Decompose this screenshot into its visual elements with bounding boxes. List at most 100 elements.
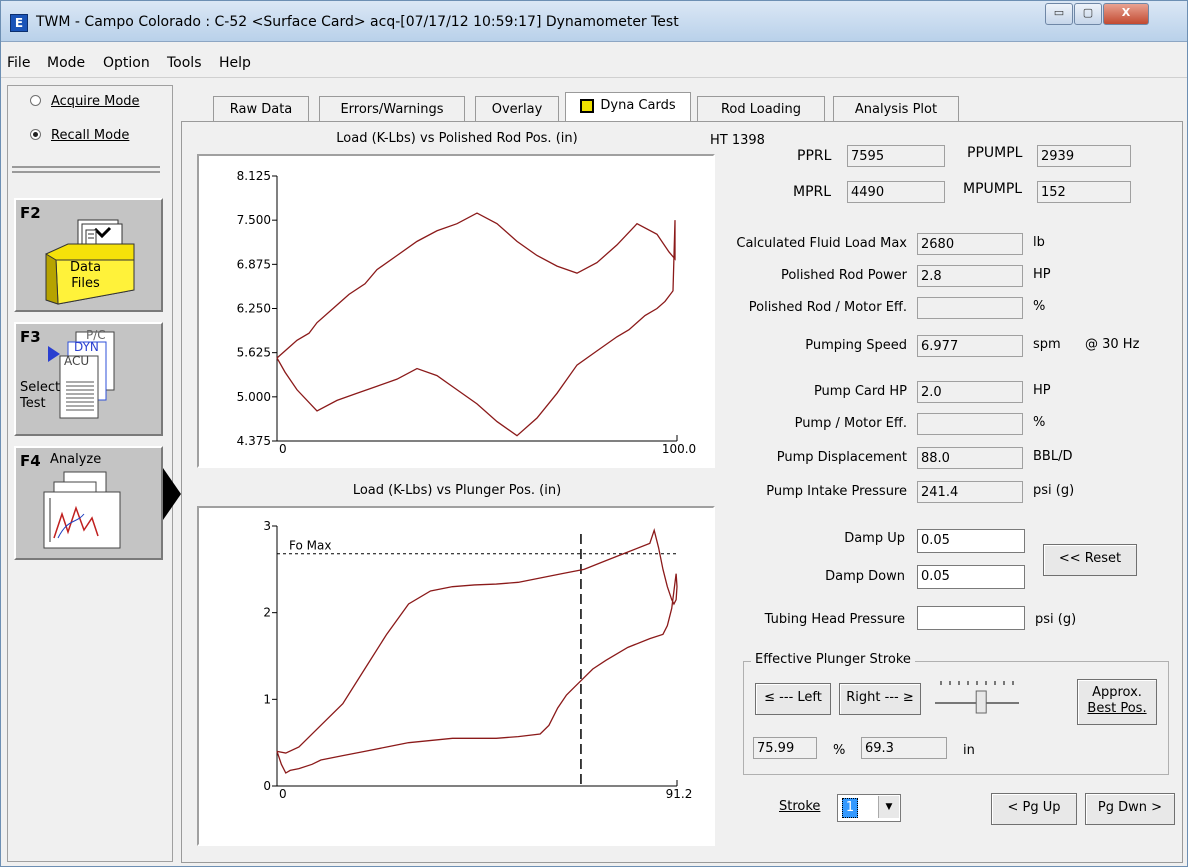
- readout-label: Pump Card HP: [813, 384, 907, 399]
- page-up-button[interactable]: < Pg Up: [991, 793, 1077, 825]
- readout-value: 88.0: [917, 447, 1023, 469]
- x-tick-label: 0: [279, 442, 287, 456]
- readout-unit: HP: [1033, 267, 1051, 282]
- y-tick-label: 6.875: [237, 257, 271, 271]
- expand-arrow-icon[interactable]: [163, 468, 181, 520]
- y-tick-label: 4.375: [237, 434, 271, 448]
- x-tick-label: 91.2: [666, 787, 693, 801]
- readout-value: 2680: [917, 233, 1023, 255]
- chart2-title: Load (K-Lbs) vs Plunger Pos. (in): [352, 483, 562, 498]
- menu-tools[interactable]: Tools: [167, 55, 202, 71]
- chart2-frame: 3 2 1 0 0 91.2 Fo Max: [197, 506, 715, 846]
- mode-sidebar: Acquire Mode Recall Mode F2 Data Files F…: [7, 85, 181, 862]
- mprl-label: MPRL: [793, 184, 832, 200]
- tab-raw-data[interactable]: Raw Data: [213, 96, 309, 123]
- stroke-inch-unit: in: [963, 743, 975, 758]
- menu-file[interactable]: File: [7, 55, 30, 71]
- f3-select-test-button[interactable]: F3 P/C DYN ACU Select Test: [14, 322, 163, 436]
- damp-down-label: Damp Down: [825, 569, 905, 584]
- readout-value: [917, 413, 1023, 435]
- approx-best-pos-button[interactable]: Approx. Best Pos.: [1077, 679, 1157, 725]
- menu-help[interactable]: Help: [219, 55, 251, 71]
- close-button[interactable]: X: [1103, 3, 1149, 25]
- readout-label: Calculated Fluid Load Max: [736, 236, 907, 251]
- y-tick-label: 3: [263, 519, 271, 533]
- application-window: E TWM - Campo Colorado : C-52 <Surface C…: [0, 0, 1188, 867]
- analyze-icon: [43, 471, 121, 549]
- x-tick-label: 0: [279, 787, 287, 801]
- radio-selected-icon: [30, 129, 41, 140]
- minimize-button[interactable]: ▭: [1045, 3, 1073, 25]
- stroke-select[interactable]: 1 ▼: [837, 794, 901, 822]
- acquire-mode-radio[interactable]: Acquire Mode: [30, 94, 140, 109]
- maximize-button[interactable]: ▢: [1074, 3, 1102, 25]
- damp-down-input[interactable]: 0.05: [917, 565, 1025, 589]
- stroke-right-button[interactable]: Right --- ≥: [839, 683, 921, 715]
- slider-track-icon: [935, 681, 1019, 714]
- f4-analyze-button[interactable]: F4 Analyze: [14, 446, 163, 560]
- menu-option[interactable]: Option: [103, 55, 150, 71]
- pump-card-chart: 3 2 1 00 91.2 Fo Max: [263, 519, 693, 801]
- y-tick-label: 2: [263, 606, 271, 620]
- ppumpl-value: 2939: [1037, 145, 1131, 167]
- readout-value: 241.4: [917, 481, 1023, 503]
- y-tick-label: 0: [263, 779, 271, 793]
- radio-unselected-icon: [30, 95, 41, 106]
- readout-value: 2.0: [917, 381, 1023, 403]
- chart1-title: Load (K-Lbs) vs Polished Rod Pos. (in): [336, 131, 578, 146]
- tubing-head-pressure-input[interactable]: [917, 606, 1025, 630]
- readout-unit: %: [1033, 299, 1046, 314]
- readout-unit: HP: [1033, 383, 1051, 398]
- tab-rod-loading[interactable]: Rod Loading: [697, 96, 825, 123]
- tab-errors-warnings[interactable]: Errors/Warnings: [319, 96, 465, 123]
- pprl-value: 7595: [847, 145, 945, 167]
- tab-dyna-cards[interactable]: Dyna Cards: [565, 92, 691, 123]
- stroke-slider[interactable]: [931, 679, 1023, 719]
- tubing-head-pressure-label: Tubing Head Pressure: [764, 612, 905, 627]
- readout-unit: %: [1033, 415, 1046, 430]
- readout-unit: lb: [1033, 235, 1045, 250]
- yellow-square-icon: [580, 98, 595, 113]
- title-bar: E TWM - Campo Colorado : C-52 <Surface C…: [1, 1, 1187, 42]
- tab-analysis-plot[interactable]: Analysis Plot: [833, 96, 959, 123]
- page-down-button[interactable]: Pg Dwn >: [1085, 793, 1175, 825]
- mpumpl-value: 152: [1037, 181, 1131, 203]
- ppumpl-label: PPUMPL: [967, 145, 1023, 161]
- menu-bar: File Mode Option Tools Help: [1, 51, 1187, 78]
- reset-button[interactable]: << Reset: [1043, 544, 1137, 576]
- readout-label: Polished Rod / Motor Eff.: [748, 300, 907, 315]
- slider-thumb: [975, 690, 987, 714]
- y-tick-label: 1: [263, 692, 271, 706]
- y-tick-label: 5.000: [237, 390, 271, 404]
- readout-extra: @ 30 Hz: [1085, 337, 1140, 352]
- stroke-percent-unit: %: [833, 743, 846, 758]
- stroke-label: Stroke: [779, 799, 821, 814]
- menu-mode[interactable]: Mode: [47, 55, 85, 71]
- tubing-unit: psi (g): [1035, 612, 1077, 627]
- surface-card-chart: 8.125 7.500 6.875 6.250 5.625 5.000 4.375 0 100.…: [237, 169, 697, 456]
- readout-unit: BBL/D: [1033, 449, 1073, 464]
- recall-mode-radio[interactable]: Recall Mode: [30, 128, 129, 143]
- damp-up-label: Damp Up: [844, 531, 905, 546]
- y-tick-label: 8.125: [237, 169, 271, 183]
- app-e-icon[interactable]: E: [10, 14, 28, 32]
- mpumpl-label: MPUMPL: [963, 181, 1023, 197]
- well-id: HT 1398: [710, 133, 765, 148]
- damp-up-input[interactable]: 0.05: [917, 529, 1025, 553]
- readout-label: Pump Intake Pressure: [766, 484, 907, 499]
- chart1-frame: 8.125 7.500 6.875 6.250 5.625 5.000 4.375 0 100.…: [197, 154, 715, 468]
- fo-max-label: Fo Max: [289, 539, 331, 553]
- readout-label: Pump / Motor Eff.: [794, 416, 907, 431]
- y-tick-label: 6.250: [237, 302, 271, 316]
- effective-plunger-stroke-title: Effective Plunger Stroke: [751, 652, 915, 667]
- tab-overlay[interactable]: Overlay: [475, 96, 559, 123]
- y-tick-label: 7.500: [237, 213, 271, 227]
- readout-unit: spm: [1033, 337, 1061, 352]
- sidebar-divider: [12, 166, 160, 173]
- card-trace: [276, 528, 678, 774]
- stroke-left-button[interactable]: ≤ --- Left: [755, 683, 831, 715]
- card-trace: [276, 212, 676, 437]
- readout-label: Pump Displacement: [776, 450, 907, 465]
- f2-data-files-button[interactable]: F2 Data Files: [14, 198, 163, 312]
- readout-value: [917, 297, 1023, 319]
